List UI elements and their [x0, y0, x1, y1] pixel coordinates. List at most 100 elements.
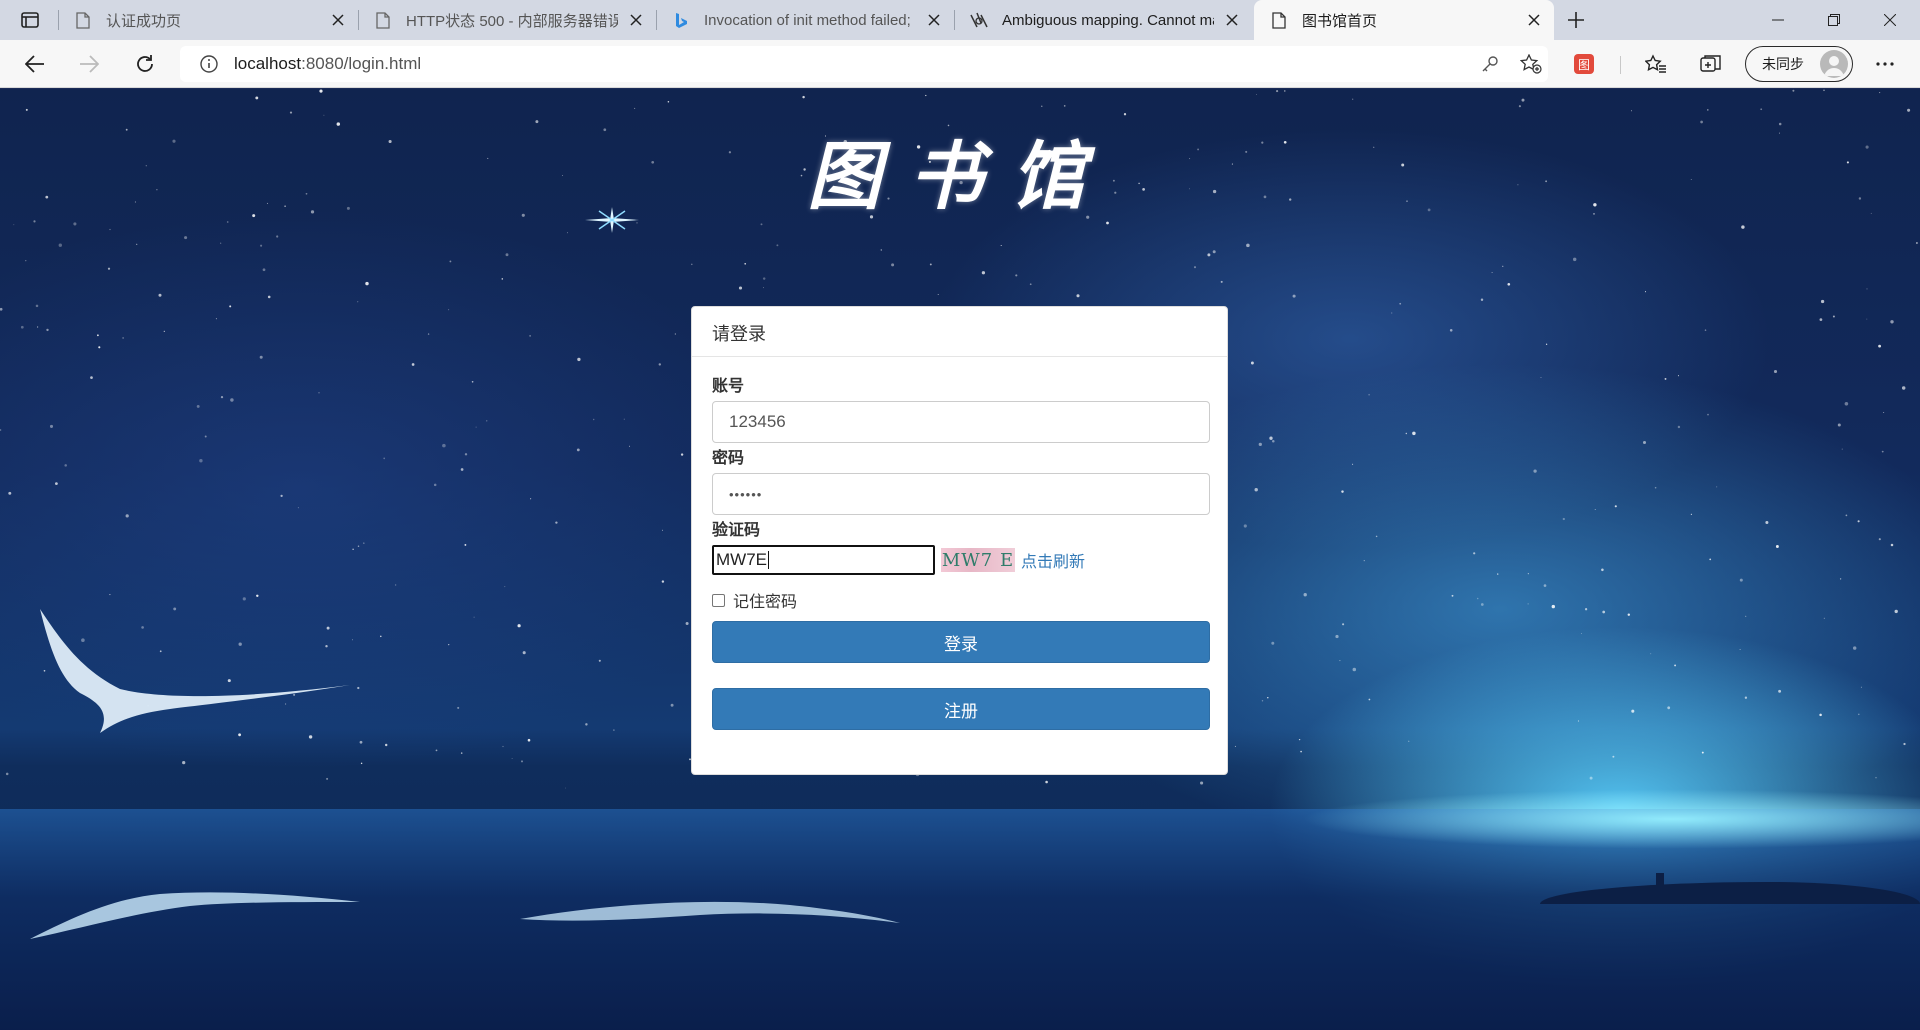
page-icon [74, 11, 92, 29]
tab-actions-button[interactable] [14, 8, 46, 32]
close-tab-icon[interactable] [1524, 10, 1544, 30]
collections-icon [1700, 55, 1721, 72]
star [613, 729, 615, 731]
captcha-image[interactable]: MW7 E [941, 548, 1015, 572]
star [634, 107, 636, 109]
close-tab-icon[interactable] [328, 10, 348, 30]
star [511, 758, 513, 759]
star [1480, 298, 1484, 302]
collections-button[interactable] [1694, 48, 1728, 80]
favorites-button[interactable] [1639, 48, 1673, 80]
star [46, 328, 49, 332]
register-button[interactable]: 注册 [712, 688, 1210, 730]
password-key-icon[interactable] [1473, 46, 1507, 82]
back-button[interactable] [18, 48, 52, 80]
search-engine-icon [970, 11, 988, 29]
star [204, 435, 207, 438]
tab-2[interactable]: Invocation of init method failed; [656, 0, 954, 40]
address-bar[interactable]: localhost:8080/login.html [180, 46, 1548, 82]
star [1256, 93, 1257, 95]
star [289, 111, 293, 114]
reload-button[interactable] [128, 48, 162, 80]
star [1551, 604, 1555, 609]
profile-button[interactable]: 未同步 [1745, 46, 1853, 82]
star [1368, 393, 1370, 396]
star [267, 295, 271, 299]
add-favorite-icon[interactable] [1514, 46, 1548, 82]
star [1269, 436, 1273, 440]
restore-button[interactable] [1806, 0, 1862, 40]
star [1881, 450, 1884, 453]
tab-3[interactable]: Ambiguous mapping. Cannot map [954, 0, 1252, 40]
star [357, 686, 360, 690]
star [323, 114, 325, 116]
star [1580, 632, 1582, 634]
refresh-captcha-link[interactable]: 点击刷新 [1021, 548, 1085, 572]
new-tab-button[interactable] [1562, 6, 1590, 34]
close-tab-icon[interactable] [1222, 10, 1242, 30]
star [576, 448, 580, 452]
star [464, 453, 468, 456]
star [97, 334, 99, 337]
close-window-button[interactable] [1862, 0, 1918, 40]
more-dots-icon [1876, 62, 1894, 66]
star [1650, 653, 1652, 655]
star [1527, 573, 1529, 575]
minimize-button[interactable] [1750, 0, 1806, 40]
star [383, 457, 386, 460]
star [1878, 344, 1882, 348]
bing-icon [672, 11, 690, 29]
star [1819, 713, 1822, 717]
close-tab-icon[interactable] [924, 10, 944, 30]
bird-decoration [30, 892, 360, 939]
more-menu-button[interactable] [1868, 48, 1902, 80]
star [623, 418, 625, 420]
star [1391, 312, 1393, 314]
extension-icon[interactable]: 图 [1574, 54, 1594, 74]
star [1449, 329, 1453, 332]
plus-icon [1568, 12, 1584, 28]
forward-button[interactable] [72, 48, 106, 80]
close-tab-icon[interactable] [626, 10, 646, 30]
star [1408, 740, 1410, 742]
star [1352, 667, 1357, 672]
star [260, 244, 263, 247]
remember-label[interactable]: 记住密码 [733, 588, 797, 612]
captcha-input-text: MW7E [716, 550, 767, 569]
login-button[interactable]: 登录 [712, 621, 1210, 663]
star [530, 498, 532, 500]
close-icon [1884, 14, 1896, 26]
star [1254, 488, 1258, 492]
star [359, 740, 363, 744]
star [1271, 641, 1275, 645]
tab-4-active[interactable]: 图书馆首页 [1254, 0, 1554, 40]
star [1015, 274, 1018, 277]
page-icon [374, 11, 392, 29]
star [555, 521, 558, 524]
star [1765, 520, 1769, 525]
star [1819, 318, 1823, 321]
star [220, 242, 222, 244]
star [1234, 745, 1236, 747]
remember-checkbox[interactable] [712, 593, 725, 607]
star [448, 309, 450, 311]
url-text: localhost:8080/login.html [234, 54, 421, 74]
star [256, 594, 259, 598]
account-input[interactable]: 123456 [712, 401, 1210, 443]
url-path: :8080/login.html [301, 54, 422, 73]
tab-title: 图书馆首页 [1302, 12, 1378, 30]
star [58, 243, 62, 247]
star [229, 305, 232, 308]
star [1667, 706, 1671, 710]
star [64, 464, 67, 467]
password-input[interactable]: •••••• [712, 473, 1210, 515]
star [136, 243, 138, 245]
tab-1[interactable]: HTTP状态 500 - 内部服务器错误 [358, 0, 656, 40]
site-info-icon[interactable] [194, 55, 224, 73]
tab-0[interactable]: 认证成功页 [58, 0, 358, 40]
toolbar-divider [1620, 56, 1621, 74]
restore-icon [1828, 14, 1840, 26]
star [1284, 90, 1286, 92]
captcha-input[interactable]: MW7E [712, 545, 935, 575]
star [628, 445, 631, 447]
